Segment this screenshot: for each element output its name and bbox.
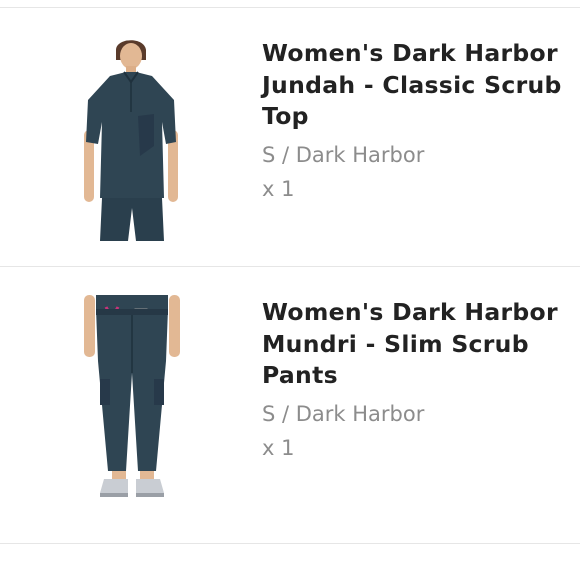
product-quantity: x 1 <box>262 176 295 201</box>
scrub-top-product-image[interactable] <box>82 36 182 241</box>
order-item[interactable]: Women's Dark Harbor Mundri - Slim Scrub … <box>0 267 580 543</box>
order-items-list: Women's Dark Harbor Jundah - Classic Scr… <box>0 0 580 580</box>
order-item-details: Women's Dark Harbor Mundri - Slim Scrub … <box>262 297 562 462</box>
order-item[interactable]: Women's Dark Harbor Jundah - Classic Scr… <box>0 8 580 266</box>
scrub-pants-product-image[interactable] <box>82 295 182 515</box>
product-name[interactable]: Women's Dark Harbor Mundri - Slim Scrub … <box>262 297 562 392</box>
product-variant: S / Dark Harbor <box>262 142 425 167</box>
divider-bottom <box>0 543 580 544</box>
order-item-details: Women's Dark Harbor Jundah - Classic Scr… <box>262 38 562 203</box>
product-name[interactable]: Women's Dark Harbor Jundah - Classic Scr… <box>262 38 562 133</box>
product-quantity: x 1 <box>262 435 295 460</box>
product-variant: S / Dark Harbor <box>262 401 425 426</box>
